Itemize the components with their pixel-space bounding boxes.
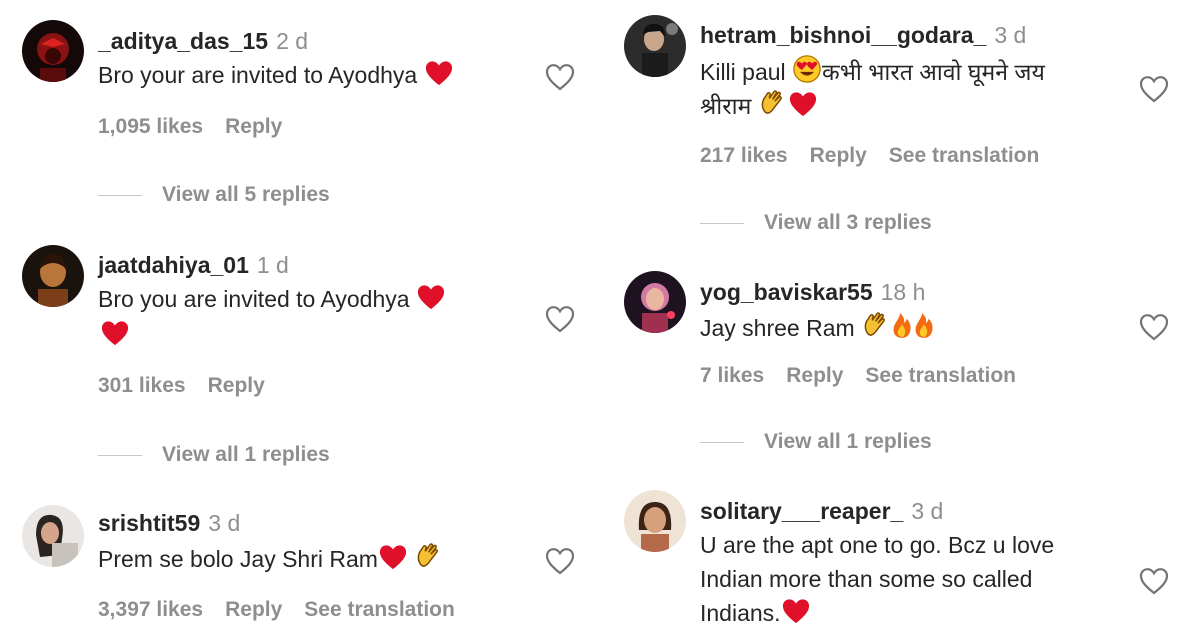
red-heart-emoji bbox=[378, 543, 408, 571]
like-heart-icon[interactable] bbox=[544, 546, 576, 576]
comment-meta: 217 likes Reply See translation bbox=[700, 142, 1061, 170]
avatar[interactable] bbox=[22, 20, 84, 82]
replies-divider bbox=[700, 222, 744, 224]
like-count[interactable]: 3,397 likes bbox=[98, 598, 203, 621]
like-count[interactable]: 301 likes bbox=[98, 374, 186, 397]
timestamp[interactable]: 2 d bbox=[276, 28, 308, 54]
comment-text-content: Killi paul bbox=[700, 59, 786, 85]
comment-meta: 7 likes Reply See translation bbox=[700, 362, 1038, 390]
comment-text: Killi paul कभी भारत आवो घूमने जय bbox=[700, 54, 1045, 89]
comment-header: srishtit59 3 d bbox=[98, 508, 240, 538]
username[interactable]: yog_baviskar55 bbox=[700, 279, 873, 305]
reply-button[interactable]: Reply bbox=[786, 364, 843, 387]
red-heart-emoji bbox=[788, 90, 818, 118]
see-translation-button[interactable]: See translation bbox=[889, 144, 1040, 167]
view-replies-label: View all 1 replies bbox=[764, 430, 932, 453]
red-heart-emoji bbox=[100, 319, 130, 347]
comment-header: _aditya_das_15 2 d bbox=[98, 26, 308, 56]
replies-divider bbox=[98, 454, 142, 456]
view-replies-button[interactable]: View all 5 replies bbox=[98, 181, 330, 209]
view-replies-label: View all 5 replies bbox=[162, 183, 330, 206]
comment-text: Jay shree Ram bbox=[700, 310, 935, 345]
comment-meta: 1,095 likes Reply bbox=[98, 113, 304, 141]
comment-text-content: Indian more than some so called bbox=[700, 566, 1033, 592]
username[interactable]: srishtit59 bbox=[98, 510, 200, 536]
timestamp[interactable]: 3 d bbox=[911, 498, 943, 524]
like-count[interactable]: 7 likes bbox=[700, 364, 764, 387]
replies-divider bbox=[98, 194, 142, 196]
comment-header: solitary___reaper_ 3 d bbox=[700, 496, 943, 526]
fire-emoji bbox=[891, 310, 913, 340]
like-heart-icon[interactable] bbox=[544, 304, 576, 334]
see-translation-button[interactable]: See translation bbox=[304, 598, 455, 621]
comment-text-line2 bbox=[100, 318, 130, 352]
comment-meta: 3,397 likes Reply See translation bbox=[98, 596, 477, 624]
red-heart-emoji bbox=[781, 597, 811, 625]
comment-text-line2: Indian more than some so called bbox=[700, 562, 1032, 596]
comment-text-content: Indians. bbox=[700, 600, 781, 626]
comment-header: yog_baviskar55 18 h bbox=[700, 277, 925, 307]
comment-meta: 301 likes Reply bbox=[98, 372, 287, 400]
comment-header: jaatdahiya_01 1 d bbox=[98, 250, 289, 280]
comment-text: Prem se bolo Jay Shri Ram bbox=[98, 541, 444, 576]
view-replies-label: View all 1 replies bbox=[162, 443, 330, 466]
comment-text: Bro you are invited to Ayodhya bbox=[98, 282, 446, 316]
like-count[interactable]: 1,095 likes bbox=[98, 115, 203, 138]
timestamp[interactable]: 18 h bbox=[881, 279, 926, 305]
comment-text-content: Prem se bolo Jay Shri Ram bbox=[98, 546, 378, 572]
clapping-hands-emoji bbox=[414, 541, 444, 571]
username[interactable]: hetram_bishnoi__godara_ bbox=[700, 22, 986, 48]
comment-text: Bro your are invited to Ayodhya bbox=[98, 58, 454, 92]
timestamp[interactable]: 1 d bbox=[257, 252, 289, 278]
reply-button[interactable]: Reply bbox=[208, 374, 265, 397]
comment-text-content: U are the apt one to go. Bcz u love bbox=[700, 532, 1055, 558]
clapping-hands-emoji bbox=[758, 88, 788, 118]
comment-text-content: श्रीराम bbox=[700, 93, 752, 119]
avatar[interactable] bbox=[22, 245, 84, 307]
red-heart-emoji bbox=[424, 59, 454, 87]
view-replies-label: View all 3 replies bbox=[764, 211, 932, 234]
comment-text-hindi: कभी भारत आवो घूमने जय bbox=[822, 59, 1045, 85]
comment-text: U are the apt one to go. Bcz u love bbox=[700, 528, 1054, 562]
reply-button[interactable]: Reply bbox=[225, 115, 282, 138]
view-replies-button[interactable]: View all 1 replies bbox=[98, 441, 330, 469]
clapping-hands-emoji bbox=[861, 310, 891, 340]
avatar[interactable] bbox=[624, 271, 686, 333]
comment-text-content: Bro you are invited to Ayodhya bbox=[98, 286, 410, 312]
heart-eyes-emoji bbox=[792, 54, 822, 84]
reply-button[interactable]: Reply bbox=[225, 598, 282, 621]
like-heart-icon[interactable] bbox=[1138, 74, 1170, 104]
avatar[interactable] bbox=[624, 490, 686, 552]
comment-text-line3: Indians. bbox=[700, 596, 811, 630]
comment-text-content: Jay shree Ram bbox=[700, 315, 855, 341]
reply-button[interactable]: Reply bbox=[810, 144, 867, 167]
comment-text-content: Bro your are invited to Ayodhya bbox=[98, 62, 418, 88]
view-replies-button[interactable]: View all 1 replies bbox=[700, 428, 932, 456]
timestamp[interactable]: 3 d bbox=[994, 22, 1026, 48]
timestamp[interactable]: 3 d bbox=[208, 510, 240, 536]
username[interactable]: _aditya_das_15 bbox=[98, 28, 268, 54]
comment-text-line2: श्रीराम bbox=[700, 88, 818, 123]
like-heart-icon[interactable] bbox=[544, 62, 576, 92]
username[interactable]: solitary___reaper_ bbox=[700, 498, 903, 524]
like-count[interactable]: 217 likes bbox=[700, 144, 788, 167]
avatar[interactable] bbox=[22, 505, 84, 567]
avatar[interactable] bbox=[624, 15, 686, 77]
red-heart-emoji bbox=[416, 283, 446, 311]
like-heart-icon[interactable] bbox=[1138, 312, 1170, 342]
fire-emoji bbox=[913, 310, 935, 340]
see-translation-button[interactable]: See translation bbox=[865, 364, 1016, 387]
replies-divider bbox=[700, 441, 744, 443]
view-replies-button[interactable]: View all 3 replies bbox=[700, 209, 932, 237]
comment-header: hetram_bishnoi__godara_ 3 d bbox=[700, 20, 1026, 50]
like-heart-icon[interactable] bbox=[1138, 566, 1170, 596]
username[interactable]: jaatdahiya_01 bbox=[98, 252, 249, 278]
